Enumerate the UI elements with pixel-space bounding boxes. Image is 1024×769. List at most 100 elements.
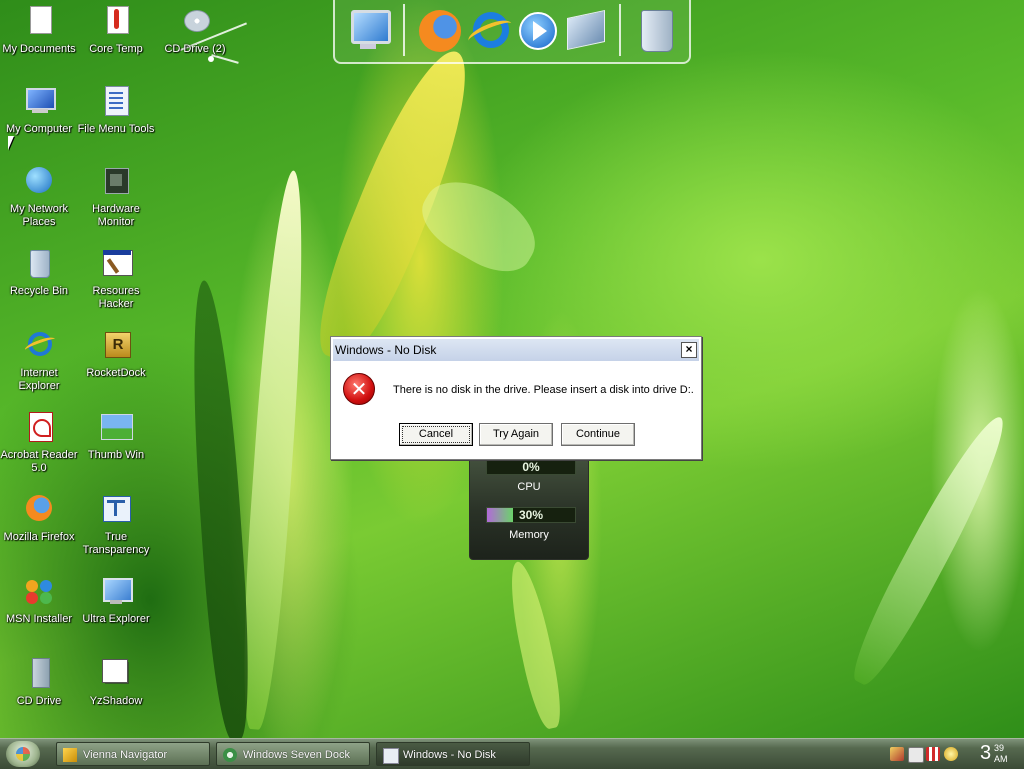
desktop-icon-yzshadow[interactable]: YzShadow bbox=[77, 658, 155, 708]
desktop-icon-rocketdock[interactable]: R RocketDock bbox=[77, 330, 155, 380]
vienna-navigator-icon bbox=[63, 748, 77, 762]
desktop-icon-label: Core Temp bbox=[89, 43, 143, 55]
desktop-icon-label: My Computer bbox=[5, 123, 73, 135]
taskbar-button-label: Windows - No Disk bbox=[403, 749, 496, 761]
dialog-title: Windows - No Disk bbox=[335, 343, 437, 357]
transparency-window-icon bbox=[99, 494, 133, 528]
desktop-icon-ultra-explorer[interactable]: Ultra Explorer bbox=[77, 576, 155, 626]
desktop-icon-label: Recycle Bin bbox=[9, 285, 69, 297]
desktop-icon-my-computer[interactable]: My Computer bbox=[0, 86, 78, 136]
desktop-icon-recycle-bin[interactable]: Recycle Bin bbox=[0, 248, 78, 298]
desktop-icon-label: File Menu Tools bbox=[77, 123, 155, 135]
thumbnail-window-icon bbox=[99, 412, 133, 446]
windows-logo-icon bbox=[16, 747, 30, 761]
desktop-icon-label: Acrobat Reader 5.0 bbox=[0, 449, 78, 474]
grass-blade bbox=[502, 558, 568, 732]
desktop-icon-label: Ultra Explorer bbox=[82, 613, 150, 625]
desktop-icon-label: My Network Places bbox=[9, 203, 69, 228]
clock-ampm: AM bbox=[994, 754, 1008, 764]
desktop-icon-label: Hardware Monitor bbox=[92, 203, 140, 228]
grass-blade bbox=[300, 38, 490, 372]
cpu-label: CPU bbox=[517, 481, 541, 493]
shadow-window-icon bbox=[99, 658, 133, 692]
grass-blade bbox=[841, 408, 1019, 692]
desktop-icon-label: MSN Installer bbox=[5, 613, 73, 625]
clock-gadget-center bbox=[208, 56, 214, 62]
messenger-icon[interactable] bbox=[944, 747, 958, 761]
grass-blade bbox=[235, 169, 313, 731]
desktop: My Documents My Computer My Network Plac… bbox=[0, 0, 1024, 738]
desktop-icon-file-menu-tools[interactable]: File Menu Tools bbox=[77, 86, 155, 136]
desktop-icon-internet-explorer[interactable]: Internet Explorer bbox=[0, 330, 78, 393]
desktop-icon-my-documents[interactable]: My Documents bbox=[0, 6, 78, 56]
chip-icon bbox=[99, 166, 133, 200]
dock-item-media-player[interactable]: media-player-icon bbox=[515, 6, 561, 54]
desktop-icon-resoures-hacker[interactable]: Resoures Hacker bbox=[77, 248, 155, 311]
start-button[interactable] bbox=[6, 741, 40, 767]
grass-blade bbox=[184, 279, 256, 738]
taskbar: Vienna Navigator Windows Seven Dock Wind… bbox=[0, 738, 1024, 769]
rocket-dock: monitor-icon firefox-icon internet-explo… bbox=[333, 0, 691, 64]
cancel-button[interactable]: Cancel bbox=[399, 423, 473, 446]
dock-item-internet-explorer[interactable]: internet-explorer-icon bbox=[465, 6, 515, 54]
cd-drive-icon bbox=[22, 658, 56, 692]
computer-icon bbox=[22, 86, 56, 120]
desktop-icon-thumb-win[interactable]: Thumb Win bbox=[77, 412, 155, 462]
hammer-window-icon bbox=[99, 248, 133, 282]
desktop-icon-label: CD Drive (2) bbox=[164, 43, 226, 55]
network-icon[interactable] bbox=[908, 747, 924, 763]
desktop-icon-cd-drive-2[interactable]: CD Drive (2) bbox=[156, 6, 234, 56]
window-icon bbox=[383, 748, 399, 764]
cpu-meter: 0% bbox=[486, 459, 576, 475]
close-icon[interactable]: × bbox=[681, 342, 697, 358]
continue-button[interactable]: Continue bbox=[561, 423, 635, 446]
no-disk-dialog: Windows - No Disk × ✕ There is no disk i… bbox=[330, 336, 702, 460]
seven-dock-icon bbox=[223, 748, 237, 762]
desktop-icon-acrobat-reader[interactable]: Acrobat Reader 5.0 bbox=[0, 412, 78, 475]
thermometer-icon bbox=[99, 6, 133, 40]
desktop-icon-msn-installer[interactable]: MSN Installer bbox=[0, 576, 78, 626]
dialog-titlebar[interactable]: Windows - No Disk × bbox=[333, 339, 699, 361]
desktop-icon-label: Resoures Hacker bbox=[92, 285, 140, 310]
msn-butterfly-icon bbox=[22, 576, 56, 610]
memory-percent: 30% bbox=[518, 508, 544, 522]
security-shield-icon[interactable] bbox=[890, 747, 904, 761]
dialog-message: There is no disk in the drive. Please in… bbox=[393, 384, 694, 396]
clock-minute: 39 bbox=[994, 743, 1005, 753]
taskbar-button-windows-seven-dock[interactable]: Windows Seven Dock bbox=[216, 742, 370, 766]
dock-separator bbox=[403, 4, 405, 56]
file-tools-icon bbox=[99, 86, 133, 120]
desktop-icon-my-network-places[interactable]: My Network Places bbox=[0, 166, 78, 229]
desktop-icon-label: Internet Explorer bbox=[18, 367, 60, 392]
dock-item-firefox[interactable]: firefox-icon bbox=[417, 6, 463, 54]
desktop-icon-label: True Transparency bbox=[82, 531, 150, 556]
dock-item-computer[interactable]: monitor-icon bbox=[345, 6, 391, 54]
app-tray-icon[interactable] bbox=[926, 747, 940, 761]
desktop-icon-label: Mozilla Firefox bbox=[3, 531, 75, 543]
recycle-bin-icon bbox=[22, 248, 56, 282]
desktop-icon-label: YzShadow bbox=[89, 695, 143, 707]
desktop-icon-true-transparency[interactable]: True Transparency bbox=[77, 494, 155, 557]
rocketdock-icon: R bbox=[99, 330, 133, 364]
grass-blade bbox=[410, 164, 550, 286]
taskbar-button-label: Vienna Navigator bbox=[83, 749, 168, 761]
taskbar-button-label: Windows Seven Dock bbox=[243, 749, 350, 761]
desktop-icon-label: Thumb Win bbox=[87, 449, 145, 461]
desktop-icon-cd-drive[interactable]: CD Drive bbox=[0, 658, 78, 708]
desktop-icon-mozilla-firefox[interactable]: Mozilla Firefox bbox=[0, 494, 78, 544]
clock[interactable]: 3 39 AM bbox=[980, 740, 1008, 766]
error-icon: ✕ bbox=[343, 373, 375, 405]
taskbar-button-vienna-navigator[interactable]: Vienna Navigator bbox=[56, 742, 210, 766]
desktop-icon-label: My Documents bbox=[2, 43, 76, 55]
acrobat-icon bbox=[22, 412, 56, 446]
mouse-cursor-icon bbox=[8, 136, 14, 150]
desktop-icon-hardware-monitor[interactable]: Hardware Monitor bbox=[77, 166, 155, 229]
desktop-icon-core-temp[interactable]: Core Temp bbox=[77, 6, 155, 56]
dock-item-recycle-bin[interactable]: recycle-bin-icon bbox=[633, 6, 679, 54]
desktop-icon-label: CD Drive bbox=[16, 695, 62, 707]
cd-drive-icon bbox=[178, 6, 212, 40]
taskbar-button-no-disk[interactable]: Windows - No Disk bbox=[376, 742, 530, 766]
dock-item-control-panel[interactable]: control-panel-icon bbox=[563, 6, 609, 54]
network-globe-icon bbox=[22, 166, 56, 200]
try-again-button[interactable]: Try Again bbox=[479, 423, 553, 446]
